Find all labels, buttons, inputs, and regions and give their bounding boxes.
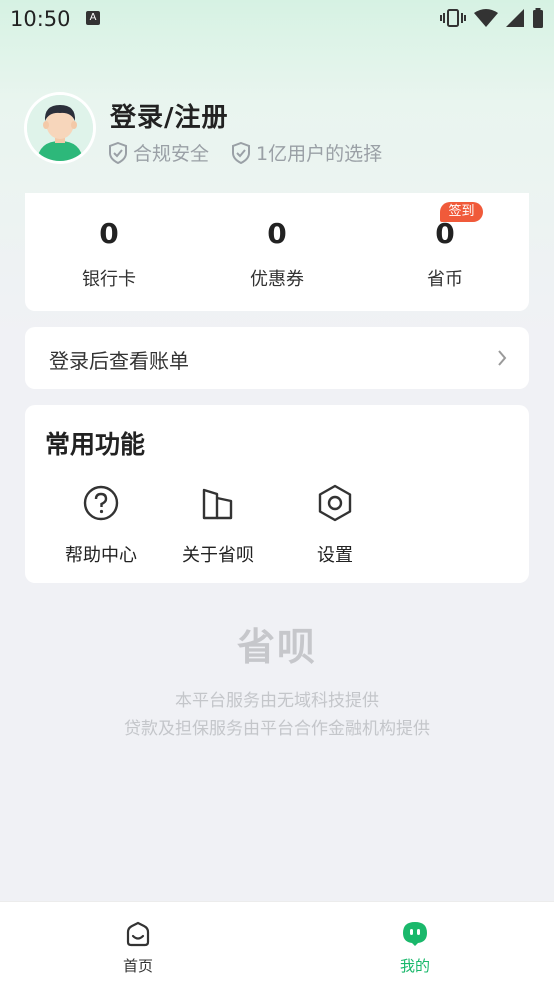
shield-check-icon: [109, 141, 127, 164]
tab-home[interactable]: 首页: [88, 920, 188, 976]
vibrate-icon: [440, 9, 466, 27]
bill-label: 登录后查看账单: [49, 349, 189, 373]
battery-icon: [533, 8, 543, 28]
bottom-tab-bar: 首页 我的: [0, 901, 554, 985]
chevron-right-icon: [498, 350, 507, 366]
footer-line-1: 本平台服务由无域科技提供: [175, 691, 379, 711]
stat-bank-cards[interactable]: 0 银行卡: [49, 217, 169, 291]
stat-label: 银行卡: [82, 269, 136, 290]
function-label: 关于省呗: [182, 545, 254, 566]
profile-face-icon: [403, 922, 427, 946]
status-icons: [440, 8, 544, 28]
wifi-icon: [474, 9, 498, 27]
common-functions-card: 常用功能 帮助中心 关于省呗 设置: [25, 405, 529, 583]
sign-in-badge[interactable]: 签到: [440, 202, 483, 222]
stat-value: 0: [435, 217, 455, 250]
login-register-link[interactable]: 登录/注册: [110, 97, 229, 134]
settings-icon: [318, 484, 352, 522]
tag-users: 1亿用户的选择: [231, 139, 382, 166]
section-title: 常用功能: [45, 430, 146, 459]
home-icon: [126, 921, 150, 947]
profile-header[interactable]: 登录/注册 合规安全 1亿用户的选择: [24, 92, 444, 166]
footer-brand: 省呗 本平台服务由无域科技提供 贷款及担保服务由平台合作金融机构提供: [0, 616, 554, 743]
tag-label: 合规安全: [133, 143, 210, 165]
function-help-center[interactable]: 帮助中心: [46, 483, 156, 567]
tab-label: 我的: [399, 957, 430, 975]
bill-row[interactable]: 登录后查看账单: [25, 327, 529, 389]
status-bar: 10:50 A: [0, 0, 554, 38]
tag-compliance: 合规安全: [108, 139, 209, 166]
stat-coins[interactable]: 0 省币: [385, 217, 505, 291]
building-icon: [202, 488, 233, 520]
stat-value: 0: [99, 217, 119, 250]
stat-coupons[interactable]: 0 优惠券: [217, 217, 337, 291]
help-icon: [83, 485, 119, 521]
profile-tags: 合规安全 1亿用户的选择: [108, 139, 382, 166]
status-time: 10:50: [10, 7, 71, 31]
function-label: 帮助中心: [65, 545, 137, 566]
signal-icon: [506, 9, 524, 27]
avatar-illustration: [27, 95, 93, 161]
stat-label: 优惠券: [250, 269, 304, 290]
avatar[interactable]: [24, 92, 96, 164]
tag-label: 1亿用户的选择: [256, 143, 383, 165]
tab-label: 首页: [122, 957, 153, 975]
function-label: 设置: [317, 545, 353, 566]
shield-check-icon: [232, 141, 251, 164]
function-settings[interactable]: 设置: [280, 483, 390, 567]
function-about[interactable]: 关于省呗: [163, 483, 273, 567]
stat-label: 省币: [427, 269, 463, 290]
tab-mine[interactable]: 我的: [365, 920, 465, 976]
brand-logo: 省呗: [236, 625, 317, 669]
stat-value: 0: [267, 217, 287, 250]
a-icon: A: [86, 11, 100, 25]
footer-text: 本平台服务由无域科技提供 贷款及担保服务由平台合作金融机构提供: [0, 687, 554, 743]
stats-card: 0 银行卡 0 优惠券 0 省币 签到: [25, 193, 529, 311]
footer-line-2: 贷款及担保服务由平台合作金融机构提供: [124, 719, 430, 739]
